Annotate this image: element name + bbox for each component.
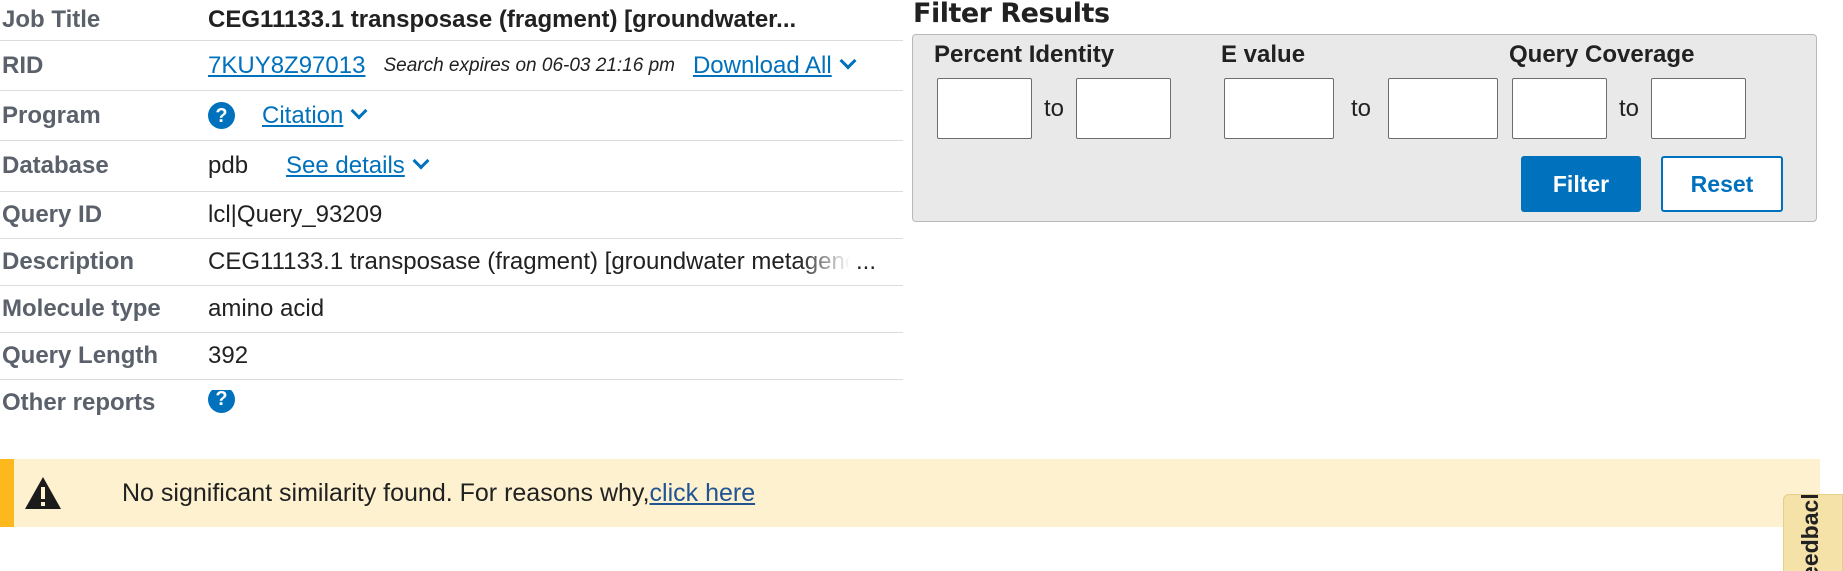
other-reports-row: Other reports ? [0,380,903,426]
chevron-down-icon[interactable] [350,102,368,119]
other-reports-label: Other reports [2,389,156,416]
chevron-down-icon[interactable] [839,52,857,69]
program-row: Program ? Citation [0,91,903,141]
rid-label: RID [2,51,44,79]
molecule-type-row: Molecule type amino acid [0,286,903,333]
click-here-link[interactable]: click here [650,479,756,507]
see-details-link[interactable]: See details [286,152,405,180]
program-label: Program [2,101,101,129]
job-title-row: Job Title CEG11133.1 transposase (fragme… [0,0,903,41]
rid-row: RID 7KUY8Z97013 Search expires on 06-03 … [0,41,903,91]
help-icon[interactable]: ? [208,389,235,413]
query-id-label: Query ID [2,201,103,228]
description-label: Description [2,248,135,275]
feedback-label: Feedback [1797,494,1823,571]
query-id-value: lcl|Query_93209 [208,201,383,228]
database-row: Database pdb See details [0,141,903,192]
rid-link[interactable]: 7KUY8Z97013 [208,52,365,80]
citation-link[interactable]: Citation [262,102,343,130]
to-label: to [1619,94,1640,122]
database-value: pdb [208,152,249,179]
query-id-row: Query ID lcl|Query_93209 [0,192,903,239]
to-label: to [1044,94,1065,122]
alert-message: No significant similarity found. For rea… [122,479,755,508]
query-length-value: 392 [208,342,249,369]
percent-identity-from-input[interactable] [937,78,1032,139]
description-value: CEG11133.1 transposase (fragment) [groun… [208,248,850,275]
query-coverage-from-input[interactable] [1512,78,1607,139]
filter-results-title: Filter Results [913,0,1110,29]
query-length-label: Query Length [2,342,159,369]
filter-panel: Percent Identity to E value to Query Cov… [912,34,1817,222]
e-value-filter: E value to [1200,41,1499,139]
query-length-row: Query Length 392 [0,333,903,380]
e-value-from-input[interactable] [1224,78,1334,139]
download-all-link[interactable]: Download All [693,52,832,80]
percent-identity-to-input[interactable] [1076,78,1172,139]
feedback-tab[interactable]: Feedback [1783,494,1843,571]
database-label: Database [2,152,109,179]
e-value-to-input[interactable] [1388,78,1499,139]
molecule-type-label: Molecule type [2,295,161,322]
percent-identity-filter: Percent Identity to [913,41,1172,139]
alert-text: No significant similarity found. For rea… [122,478,650,507]
reset-button[interactable]: Reset [1661,156,1783,212]
description-row: Description CEG11133.1 transposase (frag… [0,239,903,286]
job-title-value: CEG11133.1 transposase (fragment) [groun… [208,6,797,33]
molecule-type-value: amino acid [208,295,325,322]
warning-triangle-icon [25,477,61,509]
filter-button[interactable]: Filter [1521,156,1641,212]
description-expand-button[interactable]: ... [856,248,876,276]
no-results-alert: No significant similarity found. For rea… [0,459,1820,527]
job-title-label: Job Title [2,6,101,33]
percent-identity-label: Percent Identity [934,41,1115,68]
to-label: to [1351,94,1372,122]
search-expires-text: Search expires on 06-03 21:16 pm [383,54,675,76]
e-value-label: E value [1221,41,1306,68]
query-coverage-filter: Query Coverage to [1488,41,1747,139]
query-coverage-label: Query Coverage [1509,41,1695,68]
search-summary-table: Job Title CEG11133.1 transposase (fragme… [0,0,903,426]
chevron-down-icon[interactable] [412,152,430,170]
help-icon[interactable]: ? [208,102,235,129]
query-coverage-to-input[interactable] [1651,78,1747,139]
